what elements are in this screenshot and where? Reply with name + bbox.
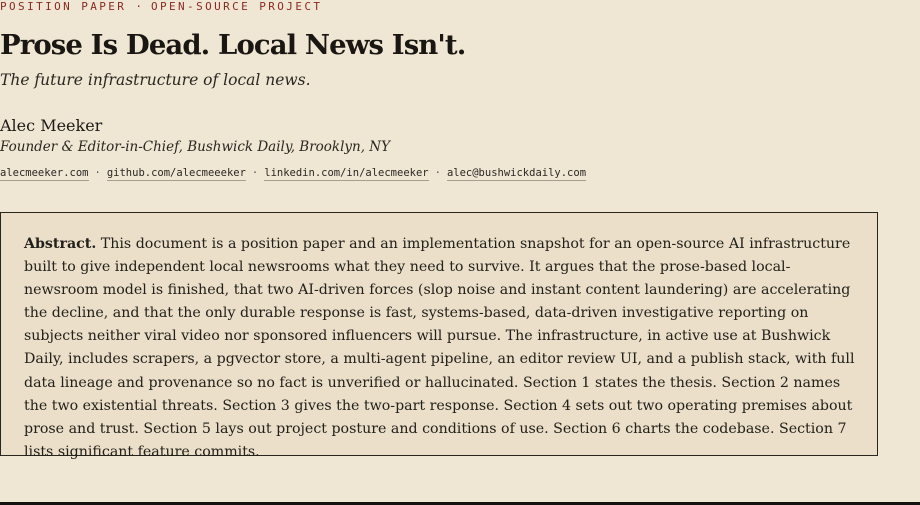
kicker: POSITION PAPER · OPEN-SOURCE PROJECT <box>0 0 322 13</box>
abstract-box: Abstract. This document is a position pa… <box>0 212 878 460</box>
kicker-project-type: OPEN-SOURCE PROJECT <box>150 0 323 13</box>
abstract-label: Abstract. <box>24 236 97 252</box>
author-name: Alec Meeker <box>0 116 103 135</box>
author-links: alecmeeker.com · github.com/alecmeeeker · li… <box>0 167 587 181</box>
link-separator: · <box>251 167 259 179</box>
page-subtitle: The future infrastructure of local news. <box>0 71 311 89</box>
link-separator: · <box>94 167 101 179</box>
link-linkedin[interactable]: linkedin.com/in/alecmeeker <box>264 167 429 181</box>
link-github[interactable]: github.com/alecmeeeker <box>106 167 246 181</box>
link-separator: · <box>434 167 441 179</box>
link-email[interactable]: alec@bushwickdaily.com <box>446 167 587 181</box>
page-title: Prose Is Dead. Local News Isn't. <box>0 29 466 61</box>
author-role: Founder & Editor-in-Chief, Bushwick Dail… <box>0 139 391 155</box>
abstract-text: This document is a position paper and an… <box>24 236 855 460</box>
link-website[interactable]: alecmeeker.com <box>0 167 89 181</box>
kicker-doc-type: POSITION PAPER <box>0 0 127 13</box>
kicker-separator: · <box>135 0 142 13</box>
abstract-paragraph: Abstract. This document is a position pa… <box>24 233 859 464</box>
